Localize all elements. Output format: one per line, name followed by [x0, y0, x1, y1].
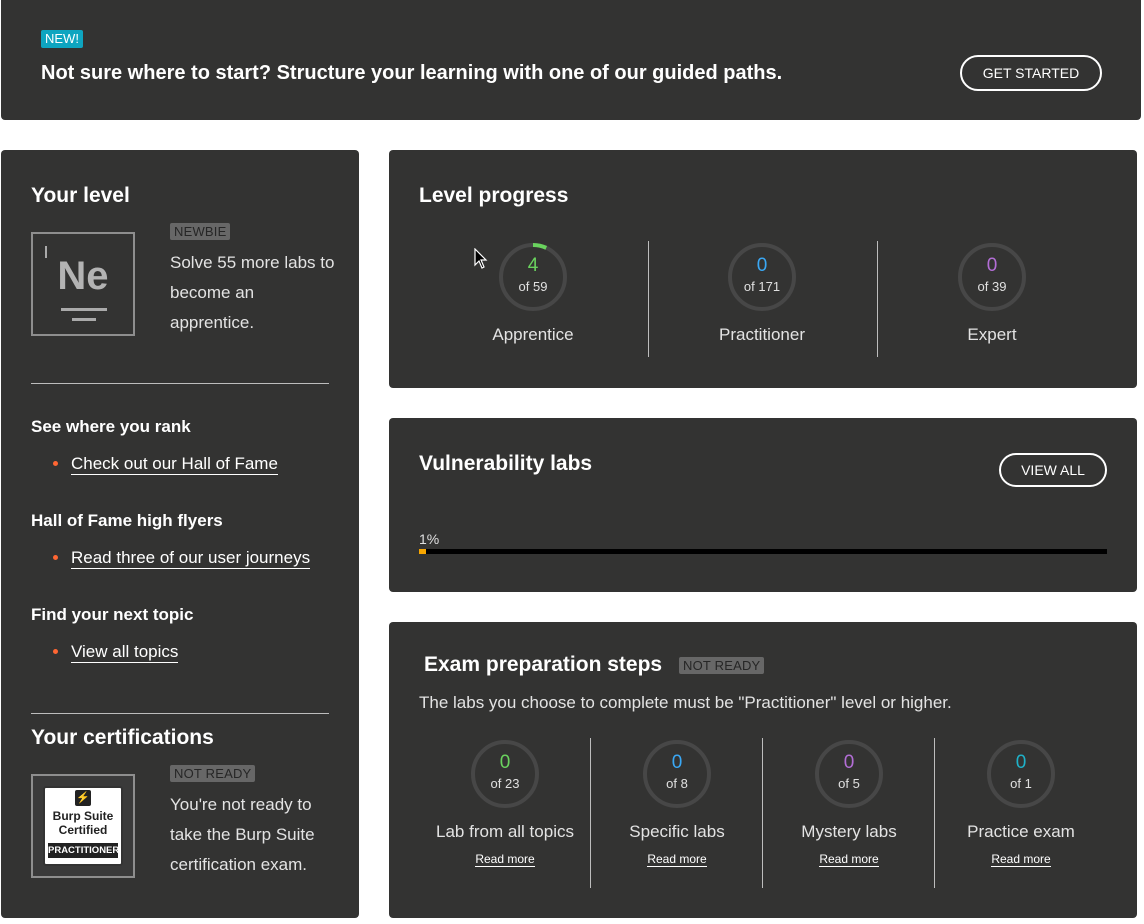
exam-step-lab-from-all-topics: 0 of 23 Lab from all topics Read more — [425, 738, 585, 878]
ring-label: Expert — [967, 325, 1017, 344]
bullet-icon — [53, 649, 58, 654]
your-level-panel: Your level Ne NEWBIE Solve 55 more labs … — [1, 150, 359, 918]
view-all-button[interactable]: VIEW ALL — [999, 453, 1107, 487]
vulnerability-labs-panel: Vulnerability labs VIEW ALL 1% — [389, 418, 1137, 592]
ring-value: 0 — [499, 752, 511, 773]
new-badge: NEW! — [41, 30, 83, 48]
burp-certification-logo: ⚡ Burp Suite Certified PRACTITIONER — [31, 774, 135, 878]
rank-subheading: See where you rank — [31, 417, 191, 436]
exam-preparation-panel: Exam preparation steps NOT READY The lab… — [389, 622, 1137, 918]
ring-total: of 1 — [1010, 776, 1032, 791]
high-flyers-subheading: Hall of Fame high flyers — [31, 511, 223, 530]
ring-value: 0 — [671, 752, 683, 773]
divider — [648, 241, 649, 357]
read-more-link[interactable]: Read more — [425, 852, 585, 867]
level-description: Solve 55 more labs to become an apprenti… — [170, 253, 335, 332]
ring-total: of 171 — [743, 279, 781, 294]
cert-logo-band: PRACTITIONER — [48, 843, 120, 858]
progress-ring-icon — [987, 740, 1055, 808]
ring-label: Specific labs — [629, 822, 725, 841]
progress-ring-icon — [471, 740, 539, 808]
ring-value: 0 — [843, 752, 855, 773]
exam-step-practice-exam: 0 of 1 Practice exam Read more — [941, 738, 1101, 878]
progress-ring-icon — [643, 740, 711, 808]
view-all-topics-link[interactable]: View all topics — [53, 642, 179, 663]
level-progress-practitioner: 0 of 171 Practitioner — [682, 241, 842, 361]
ring-label: Apprentice — [492, 325, 574, 344]
level-progress-expert: 0 of 39 Expert — [912, 241, 1072, 361]
ring-total: of 8 — [666, 776, 688, 791]
exam-step-mystery-labs: 0 of 5 Mystery labs Read more — [769, 738, 929, 878]
read-more-link[interactable]: Read more — [941, 852, 1101, 867]
divider — [934, 738, 935, 888]
banner-title: Not sure where to start? Structure your … — [41, 62, 783, 84]
ring-value: 0 — [756, 255, 768, 276]
divider — [877, 241, 878, 357]
exam-prep-heading: Exam preparation steps — [424, 653, 663, 676]
progress-ring-icon — [499, 243, 567, 311]
progress-ring-icon — [728, 243, 796, 311]
divider — [31, 713, 329, 714]
bullet-icon — [53, 461, 58, 466]
divider — [590, 738, 591, 888]
divider — [31, 383, 329, 384]
level-badge: NEWBIE — [170, 223, 231, 240]
user-journeys-link[interactable]: Read three of our user journeys — [53, 548, 311, 569]
ring-total: of 5 — [838, 776, 860, 791]
exam-prep-description: The labs you choose to complete must be … — [419, 693, 952, 712]
labs-progress-fill — [419, 549, 426, 554]
labs-progress-bar — [419, 549, 1107, 554]
ring-value: 0 — [1015, 752, 1027, 773]
hall-of-fame-link[interactable]: Check out our Hall of Fame — [53, 454, 278, 475]
certification-description: You're not ready to take the Burp Suite … — [170, 795, 315, 874]
ring-label: Lab from all topics — [436, 822, 574, 841]
level-progress-panel: Level progress 4 of 59 Apprentice 0 of 171 Pr… — [389, 150, 1137, 388]
your-level-heading: Your level — [31, 184, 130, 207]
cert-logo-text: Burp Suite Certified — [52, 809, 114, 837]
divider — [762, 738, 763, 888]
level-progress-heading: Level progress — [419, 184, 569, 207]
guided-paths-banner: NEW! Not sure where to start? Structure … — [1, 0, 1141, 120]
ring-total: of 59 — [518, 279, 548, 294]
vulnerability-labs-heading: Vulnerability labs — [419, 452, 593, 475]
certification-status-badge: NOT READY — [170, 765, 256, 782]
next-topic-subheading: Find your next topic — [31, 605, 194, 624]
labs-percent-text: 1% — [419, 531, 440, 547]
lightning-icon: ⚡ — [75, 790, 91, 806]
ring-total: of 39 — [977, 279, 1007, 294]
ring-value: 0 — [986, 255, 998, 276]
ring-label: Practice exam — [967, 822, 1075, 841]
read-more-link[interactable]: Read more — [597, 852, 757, 867]
mouse-cursor-icon — [474, 248, 488, 269]
bullet-icon — [53, 555, 58, 560]
progress-ring-icon — [958, 243, 1026, 311]
exam-status-badge: NOT READY — [679, 657, 765, 674]
ring-total: of 23 — [490, 776, 520, 791]
exam-step-specific-labs: 0 of 8 Specific labs Read more — [597, 738, 757, 878]
read-more-link[interactable]: Read more — [769, 852, 929, 867]
level-symbol: Ne — [57, 254, 109, 298]
progress-ring-icon — [815, 740, 883, 808]
level-element-icon: Ne — [31, 232, 135, 336]
ring-label: Mystery labs — [801, 822, 897, 841]
get-started-button[interactable]: GET STARTED — [960, 55, 1102, 91]
ring-label: Practitioner — [719, 325, 805, 344]
certifications-heading: Your certifications — [31, 726, 214, 749]
